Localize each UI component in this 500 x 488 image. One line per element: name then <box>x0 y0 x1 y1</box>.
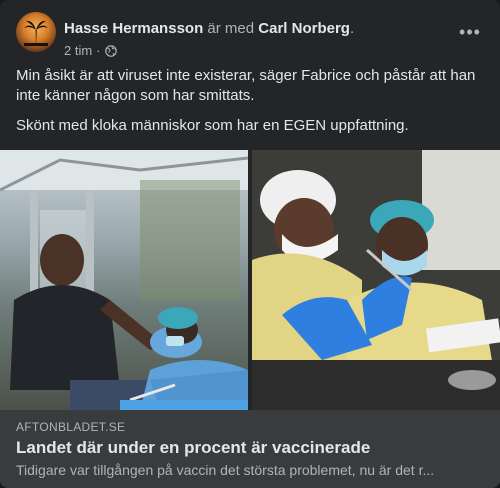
with-text: är med <box>207 20 255 37</box>
avatar[interactable] <box>16 12 56 52</box>
palm-tree-icon <box>24 20 48 46</box>
tagged-suffix: . <box>349 20 355 37</box>
globe-icon[interactable] <box>104 44 117 57</box>
link-preview[interactable]: AFTONBLADET.SE Landet där under en proce… <box>0 410 500 488</box>
post-meta: 2 tim · <box>64 43 117 58</box>
vaccine-preparation-photo[interactable] <box>252 150 500 410</box>
author-name[interactable]: Hasse Hermansson <box>64 20 203 37</box>
post-time[interactable]: 2 tim <box>64 43 92 58</box>
vaccination-illustration <box>0 150 248 410</box>
post-paragraph: Min åsikt är att viruset inte existerar,… <box>16 67 476 104</box>
link-preview-image[interactable] <box>0 150 500 410</box>
post-paragraph: Skönt med kloka människor som har en EGE… <box>16 117 409 134</box>
link-description: Tidigare var tillgången på vaccin det st… <box>16 462 435 478</box>
post-header: Hasse Hermansson är med Carl Norberg. 2 … <box>16 12 484 58</box>
post-author-line: Hasse Hermansson är med Carl Norberg. <box>64 20 354 37</box>
link-title[interactable]: Landet där under en procent är vaccinera… <box>16 438 370 458</box>
post-text: Min åsikt är att viruset inte existerar,… <box>16 66 484 146</box>
vaccination-photo[interactable] <box>0 150 248 410</box>
more-options-button[interactable]: ••• <box>456 20 484 44</box>
tagged-name[interactable]: Carl Norberg <box>258 20 350 37</box>
health-workers-illustration <box>252 150 500 410</box>
post-card: Hasse Hermansson är med Carl Norberg. 2 … <box>0 0 500 488</box>
link-domain: AFTONBLADET.SE <box>16 420 126 434</box>
